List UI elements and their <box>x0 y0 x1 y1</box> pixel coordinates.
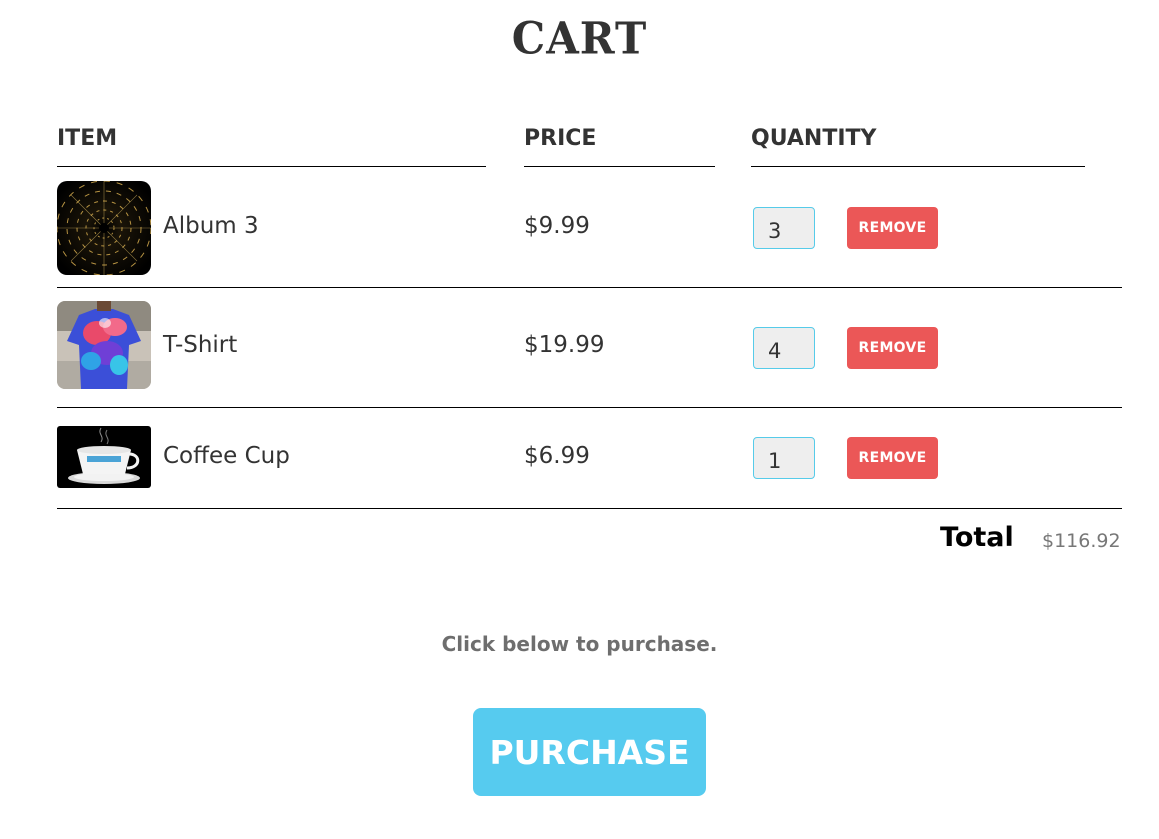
item-name: Album 3 <box>163 213 259 239</box>
purchase-prompt: Click below to purchase. <box>441 632 718 656</box>
column-header-item: ITEM <box>57 126 486 167</box>
total-value: $116.92 <box>1042 530 1121 552</box>
item-name: T-Shirt <box>163 332 238 358</box>
column-header-price: PRICE <box>524 126 715 167</box>
cart-row: T-Shirt $19.99 REMOVE <box>57 288 1122 408</box>
item-price: $6.99 <box>524 443 590 469</box>
quantity-input[interactable] <box>753 437 815 479</box>
album-cover-image <box>57 181 151 275</box>
tshirt-image <box>57 301 151 389</box>
item-price: $9.99 <box>524 213 590 239</box>
item-name: Coffee Cup <box>163 443 290 469</box>
column-header-quantity: QUANTITY <box>751 126 1085 167</box>
quantity-input[interactable] <box>753 327 815 369</box>
remove-button[interactable]: REMOVE <box>847 437 938 479</box>
quantity-input[interactable] <box>753 207 815 249</box>
item-price: $19.99 <box>524 332 605 358</box>
remove-button[interactable]: REMOVE <box>847 327 938 369</box>
purchase-button[interactable]: PURCHASE <box>473 708 706 796</box>
cart-row: Album 3 $9.99 REMOVE <box>57 169 1122 288</box>
coffee-cup-image <box>57 426 151 488</box>
total-label: Total <box>940 522 1014 553</box>
remove-button[interactable]: REMOVE <box>847 207 938 249</box>
page-title: CART <box>511 12 648 65</box>
cart-row: Coffee Cup $6.99 REMOVE <box>57 408 1122 509</box>
